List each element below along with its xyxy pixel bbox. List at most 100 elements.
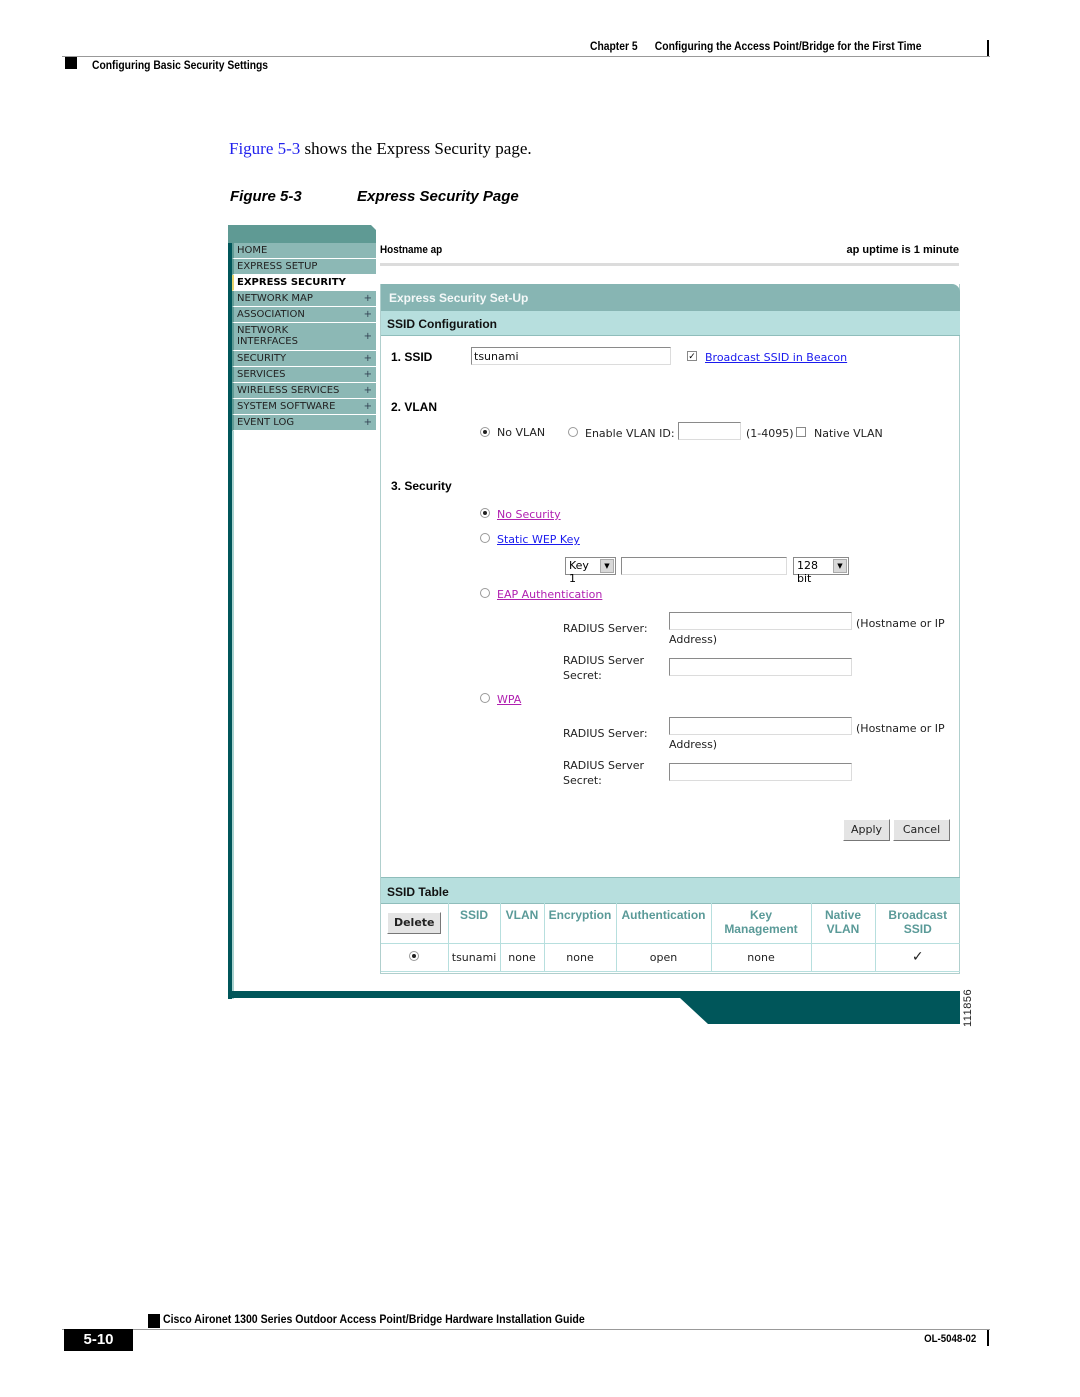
wpa-radius-secret-label-1: RADIUS Server: [563, 759, 645, 772]
cancel-button[interactable]: Cancel: [893, 819, 950, 841]
col-key-management[interactable]: Key Management: [711, 903, 812, 944]
nav-item-event-log[interactable]: EVENT LOG +: [232, 415, 376, 431]
cell-authentication: open: [616, 943, 712, 972]
expand-plus-icon[interactable]: +: [364, 385, 372, 396]
broadcast-ssid-checkbox[interactable]: ✓: [687, 351, 697, 361]
nav-item-association[interactable]: ASSOCIATION +: [232, 307, 376, 323]
wep-key-input[interactable]: [621, 557, 787, 575]
col-label: Management: [724, 922, 798, 936]
col-native-vlan[interactable]: Native VLAN: [811, 903, 876, 944]
page-number: 5-10: [64, 1329, 133, 1351]
nav-item-express-setup[interactable]: EXPRESS SETUP: [232, 259, 376, 275]
section-marker-icon: [65, 57, 77, 69]
eap-radius-secret-label-2: Secret:: [563, 669, 602, 682]
running-header-chapter: Chapter 5 Configuring the Access Point/Br…: [590, 39, 921, 53]
wpa-link[interactable]: WPA: [497, 693, 521, 706]
nav-item-express-security[interactable]: EXPRESS SECURITY: [232, 275, 376, 291]
expand-plus-icon[interactable]: +: [364, 401, 372, 412]
native-vlan-checkbox[interactable]: [796, 427, 806, 437]
footer-marker-icon: [148, 1314, 160, 1328]
vlan-id-input[interactable]: [678, 422, 741, 440]
no-security-link[interactable]: No Security: [497, 508, 561, 521]
chapter-label: Chapter 5: [590, 39, 638, 53]
col-label: VLAN: [505, 908, 539, 922]
intro-text: shows the Express Security page.: [300, 139, 532, 158]
delete-button[interactable]: Delete: [387, 911, 442, 934]
eap-radius-server-input[interactable]: [669, 612, 852, 630]
col-label: Key: [749, 908, 772, 922]
col-encryption[interactable]: Encryption: [544, 903, 617, 944]
key-size-select[interactable]: 128 bit ▼: [793, 557, 849, 585]
no-security-radio[interactable]: [480, 508, 490, 518]
figure-caption: Figure 5-3 Express Security Page: [230, 188, 519, 205]
col-authentication[interactable]: Authentication: [616, 903, 712, 944]
footer-rule: [62, 1329, 990, 1330]
wpa-radius-server-label: RADIUS Server:: [563, 727, 648, 740]
guide-title: Cisco Aironet 1300 Series Outdoor Access…: [163, 1312, 585, 1326]
figure-title: Express Security Page: [357, 188, 519, 205]
sidebar-nav: HOME EXPRESS SETUP EXPRESS SECURITY NETW…: [232, 243, 376, 431]
ssid-table: Delete SSID VLAN Encryption Authenticati…: [381, 903, 960, 972]
expand-plus-icon[interactable]: +: [364, 417, 372, 428]
frame-top-bar: [228, 225, 377, 243]
nav-item-services[interactable]: SERVICES +: [232, 367, 376, 383]
col-ssid[interactable]: SSID: [448, 903, 501, 944]
broadcast-ssid-link[interactable]: Broadcast SSID in Beacon: [705, 351, 847, 364]
nav-item-wireless-services[interactable]: WIRELESS SERVICES +: [232, 383, 376, 399]
document-number: OL-5048-02: [923, 1333, 976, 1345]
no-vlan-radio[interactable]: [480, 427, 490, 437]
static-wep-link[interactable]: Static WEP Key: [497, 533, 580, 546]
ssid-configuration-header: SSID Configuration: [381, 311, 960, 336]
nav-item-security[interactable]: SECURITY +: [232, 351, 376, 367]
expand-plus-icon[interactable]: +: [364, 369, 372, 380]
eap-radius-secret-label-1: RADIUS Server: [563, 654, 645, 667]
col-label: Encryption: [548, 908, 612, 922]
ssid-section-label: 1. SSID: [391, 350, 433, 364]
wpa-radius-secret-input[interactable]: [669, 763, 852, 781]
wpa-radius-secret-label-2: Secret:: [563, 774, 602, 787]
cell-encryption: none: [544, 943, 617, 972]
vlan-section-label: 2. VLAN: [391, 400, 438, 414]
ssid-table-header-row: Delete SSID VLAN Encryption Authenticati…: [381, 903, 960, 944]
figure-reference-link[interactable]: Figure 5-3: [229, 139, 300, 158]
ssid-input[interactable]: [471, 347, 671, 365]
nav-item-network-map[interactable]: NETWORK MAP +: [232, 291, 376, 307]
col-broadcast-ssid[interactable]: Broadcast SSID: [875, 903, 960, 944]
row-select-radio[interactable]: [409, 950, 420, 961]
wpa-radius-server-input[interactable]: [669, 717, 852, 735]
col-label: Broadcast: [888, 908, 948, 922]
native-vlan-label: Native VLAN: [814, 427, 883, 440]
cell-native-vlan: [811, 943, 876, 972]
nav-item-network-interfaces[interactable]: NETWORK INTERFACES +: [232, 323, 376, 351]
header-bar-mark: [987, 40, 989, 56]
enable-vlan-radio[interactable]: [568, 427, 578, 437]
eap-authentication-link[interactable]: EAP Authentication: [497, 588, 602, 601]
figure-id-number: 111856: [962, 988, 974, 1027]
security-section-label: 3. Security: [391, 479, 452, 493]
col-label: SSID: [903, 922, 932, 936]
chevron-down-icon: ▼: [600, 559, 614, 573]
static-wep-radio[interactable]: [480, 533, 490, 543]
key-index-select[interactable]: Key 1 ▼: [565, 557, 616, 585]
nav-label: ASSOCIATION: [237, 309, 305, 320]
col-label: VLAN: [826, 922, 860, 936]
nav-item-system-software[interactable]: SYSTEM SOFTWARE +: [232, 399, 376, 415]
expand-plus-icon[interactable]: +: [364, 353, 372, 364]
nav-label: SYSTEM SOFTWARE: [237, 401, 336, 412]
no-vlan-label: No VLAN: [497, 426, 546, 439]
apply-button[interactable]: Apply: [843, 819, 890, 841]
eap-radius-hint-2: Address): [669, 633, 718, 646]
expand-plus-icon[interactable]: +: [364, 309, 372, 320]
eap-radius-secret-input[interactable]: [669, 658, 852, 676]
col-label: SSID: [459, 908, 488, 922]
expand-plus-icon[interactable]: +: [364, 331, 372, 342]
eap-radio[interactable]: [480, 588, 490, 598]
nav-label: WIRELESS SERVICES: [237, 385, 340, 396]
nav-item-home[interactable]: HOME: [232, 243, 376, 259]
frame-bottom-border: [228, 991, 960, 998]
expand-plus-icon[interactable]: +: [364, 293, 372, 304]
nav-label: SECURITY: [237, 353, 287, 364]
status-divider: [380, 263, 959, 266]
col-vlan[interactable]: VLAN: [500, 903, 545, 944]
wpa-radio[interactable]: [480, 693, 490, 703]
